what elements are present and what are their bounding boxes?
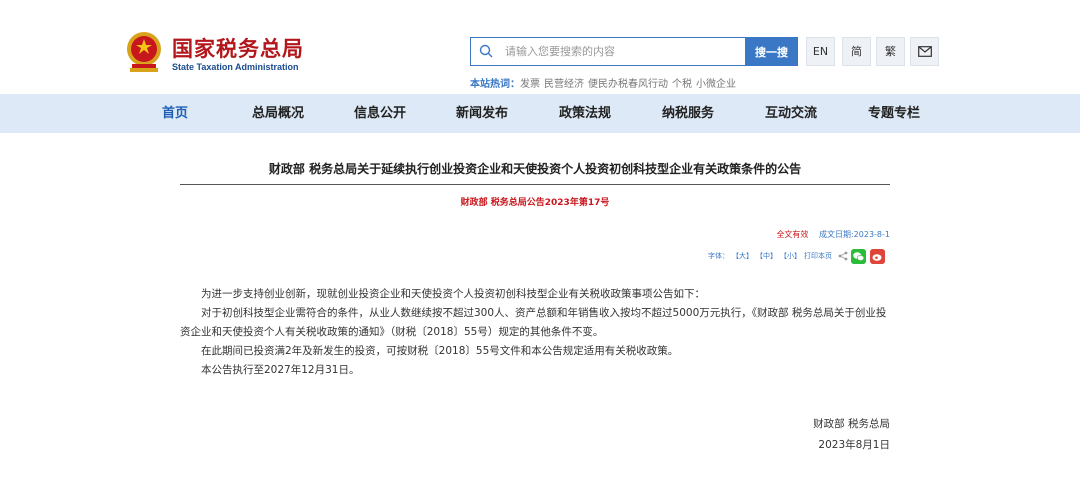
article-title: 财政部 税务总局关于延续执行创业投资企业和天使投资个人投资初创科技型企业有关政策… [268,162,802,176]
hot-keyword-link[interactable]: 民营经济 [544,79,584,90]
title-divider [180,184,890,185]
nav-item-policy[interactable]: 政策法规 [559,94,611,133]
search-input[interactable] [505,38,735,65]
english-version-button[interactable]: EN [806,37,835,66]
simplified-chinese-button[interactable]: 简 [842,37,871,66]
article-paragraph: 本公告执行至2027年12月31日。 [201,364,360,376]
mail-icon [917,46,932,57]
issue-date: 成文日期:2023-8-1 [818,230,890,239]
article-body: 为进一步支持创业创新，现就创业投资企业和天使投资个人投资初创科技型企业有关税收政… [180,285,892,380]
article-paragraph: 在此期间已投资满2年及新发生的投资，可按财税〔2018〕55号文件和本公告规定适… [201,345,679,357]
weibo-icon[interactable] [870,248,885,264]
search-box [470,37,745,66]
article-tools: 字体： 【大】 【中】 【小】 打印本页 [708,247,885,265]
nav-item-overview[interactable]: 总局概况 [252,94,304,133]
hot-keywords: 本站热词：发票 民营经济 便民办税春风行动 个税 小微企业 [470,75,740,90]
font-medium-button[interactable]: 【中】 [756,251,777,261]
print-button[interactable]: 打印本页 [804,251,832,261]
hot-keyword-link[interactable]: 便民办税春风行动 [588,79,668,90]
article-meta: 全文有效 成文日期:2023-8-1 [776,229,890,240]
font-large-button[interactable]: 【大】 [732,251,753,261]
signature-issuer: 财政部 税务总局 [813,418,890,430]
main-nav: 首页 总局概况 信息公开 新闻发布 政策法规 纳税服务 互动交流 专题专栏 [0,94,1080,133]
article-signature-block: 财政部 税务总局 2023年8月1日 [813,414,890,456]
font-size-label: 字体： [708,252,729,260]
site-header: 国家税务总局 State Taxation Administration 搜一搜… [0,0,1080,94]
national-emblem-logo[interactable] [124,30,164,74]
search-icon [479,44,493,58]
traditional-chinese-button[interactable]: 繁 [876,37,905,66]
nav-item-topics[interactable]: 专题专栏 [868,94,920,133]
nav-item-disclosure[interactable]: 信息公开 [354,94,406,133]
site-title-en[interactable]: State Taxation Administration [172,62,299,72]
article-paragraph: 对于初创科技型企业需符合的条件，从业人数继续按不超过300人、资产总额和年销售收… [180,307,887,338]
signature-date: 2023年8月1日 [818,439,890,451]
nav-item-tax-service[interactable]: 纳税服务 [662,94,714,133]
article-paragraph: 为进一步支持创业创新，现就创业投资企业和天使投资个人投资初创科技型企业有关税收政… [201,288,705,300]
nav-item-interaction[interactable]: 互动交流 [765,94,817,133]
hot-keyword-link[interactable]: 小微企业 [696,79,736,90]
share-icon[interactable] [838,251,848,261]
hot-keyword-link[interactable]: 个税 [672,79,692,90]
nav-item-news[interactable]: 新闻发布 [456,94,508,133]
nav-item-home[interactable]: 首页 [162,94,188,133]
mail-button[interactable] [910,37,939,66]
hot-keywords-label: 本站热词： [470,79,520,90]
document-number: 财政部 税务总局公告2023年第17号 [460,198,610,208]
font-small-button[interactable]: 【小】 [780,251,801,261]
site-title-cn[interactable]: 国家税务总局 [172,33,304,63]
search-button[interactable]: 搜一搜 [745,37,798,66]
hot-keyword-link[interactable]: 发票 [520,79,540,90]
wechat-icon[interactable] [851,248,866,264]
validity-status: 全文有效 [776,230,809,239]
